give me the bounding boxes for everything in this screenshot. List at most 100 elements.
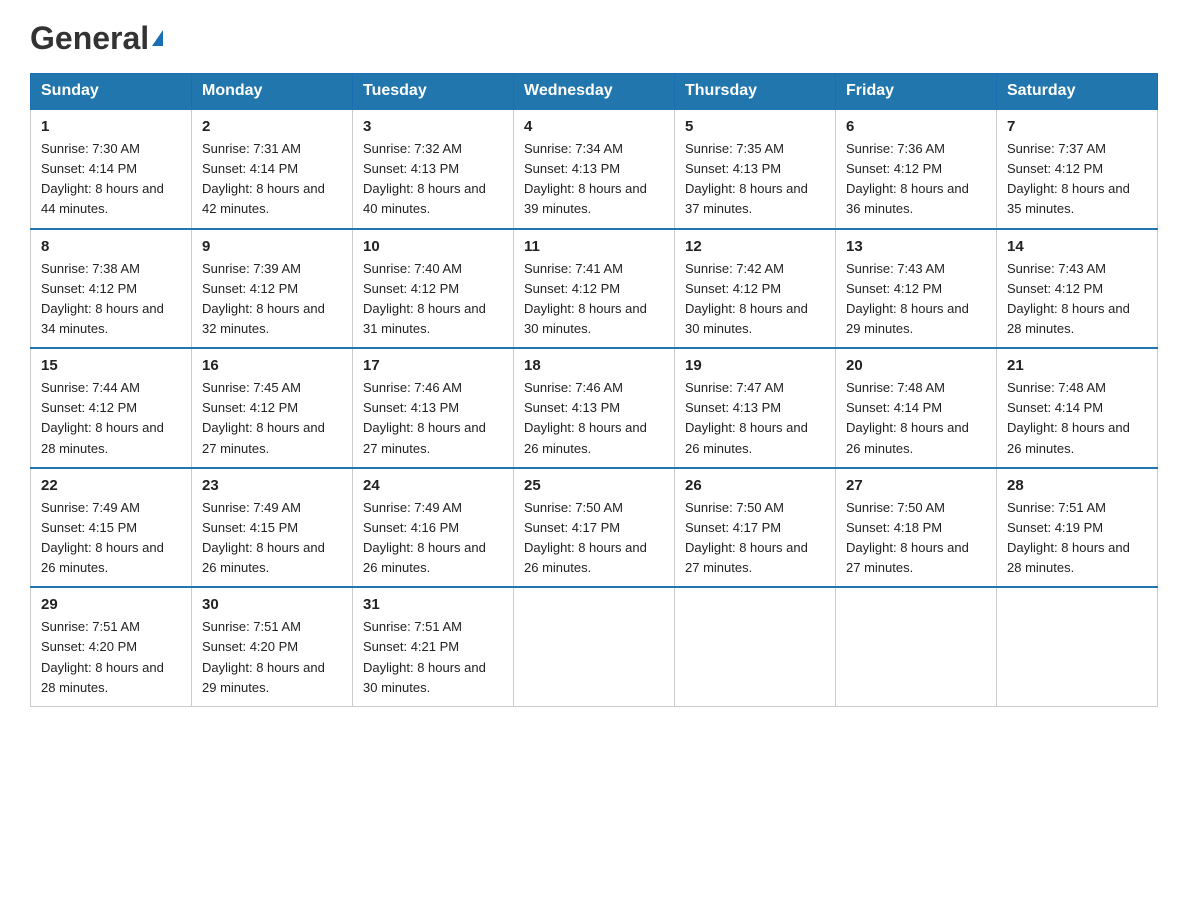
- day-number: 30: [202, 596, 342, 613]
- calendar-week-row: 15 Sunrise: 7:44 AMSunset: 4:12 PMDaylig…: [31, 348, 1158, 468]
- day-number: 13: [846, 238, 986, 255]
- calendar-day-cell: 17 Sunrise: 7:46 AMSunset: 4:13 PMDaylig…: [353, 348, 514, 468]
- calendar-day-cell: 25 Sunrise: 7:50 AMSunset: 4:17 PMDaylig…: [514, 468, 675, 588]
- day-info: Sunrise: 7:34 AMSunset: 4:13 PMDaylight:…: [524, 139, 664, 220]
- day-info: Sunrise: 7:47 AMSunset: 4:13 PMDaylight:…: [685, 378, 825, 459]
- day-info: Sunrise: 7:50 AMSunset: 4:17 PMDaylight:…: [685, 498, 825, 579]
- day-number: 26: [685, 477, 825, 494]
- calendar-day-cell: [836, 587, 997, 706]
- day-number: 8: [41, 238, 181, 255]
- day-info: Sunrise: 7:45 AMSunset: 4:12 PMDaylight:…: [202, 378, 342, 459]
- day-info: Sunrise: 7:30 AMSunset: 4:14 PMDaylight:…: [41, 139, 181, 220]
- day-info: Sunrise: 7:39 AMSunset: 4:12 PMDaylight:…: [202, 259, 342, 340]
- day-info: Sunrise: 7:32 AMSunset: 4:13 PMDaylight:…: [363, 139, 503, 220]
- day-info: Sunrise: 7:48 AMSunset: 4:14 PMDaylight:…: [1007, 378, 1147, 459]
- day-number: 21: [1007, 357, 1147, 374]
- day-number: 19: [685, 357, 825, 374]
- calendar-day-cell: 8 Sunrise: 7:38 AMSunset: 4:12 PMDayligh…: [31, 229, 192, 349]
- calendar-day-cell: 1 Sunrise: 7:30 AMSunset: 4:14 PMDayligh…: [31, 109, 192, 229]
- day-info: Sunrise: 7:51 AMSunset: 4:20 PMDaylight:…: [202, 617, 342, 698]
- calendar-day-header: Monday: [192, 74, 353, 110]
- calendar-day-cell: 13 Sunrise: 7:43 AMSunset: 4:12 PMDaylig…: [836, 229, 997, 349]
- calendar-day-header: Thursday: [675, 74, 836, 110]
- day-info: Sunrise: 7:48 AMSunset: 4:14 PMDaylight:…: [846, 378, 986, 459]
- calendar-day-cell: [675, 587, 836, 706]
- calendar-day-cell: 11 Sunrise: 7:41 AMSunset: 4:12 PMDaylig…: [514, 229, 675, 349]
- day-number: 9: [202, 238, 342, 255]
- day-info: Sunrise: 7:43 AMSunset: 4:12 PMDaylight:…: [846, 259, 986, 340]
- calendar-day-cell: 24 Sunrise: 7:49 AMSunset: 4:16 PMDaylig…: [353, 468, 514, 588]
- day-info: Sunrise: 7:51 AMSunset: 4:21 PMDaylight:…: [363, 617, 503, 698]
- day-number: 7: [1007, 118, 1147, 135]
- calendar-week-row: 22 Sunrise: 7:49 AMSunset: 4:15 PMDaylig…: [31, 468, 1158, 588]
- day-number: 24: [363, 477, 503, 494]
- calendar-day-cell: 29 Sunrise: 7:51 AMSunset: 4:20 PMDaylig…: [31, 587, 192, 706]
- calendar-day-cell: 19 Sunrise: 7:47 AMSunset: 4:13 PMDaylig…: [675, 348, 836, 468]
- calendar-day-cell: [514, 587, 675, 706]
- calendar-day-cell: 30 Sunrise: 7:51 AMSunset: 4:20 PMDaylig…: [192, 587, 353, 706]
- page-header: General: [30, 20, 1158, 53]
- calendar-day-cell: 28 Sunrise: 7:51 AMSunset: 4:19 PMDaylig…: [997, 468, 1158, 588]
- day-info: Sunrise: 7:46 AMSunset: 4:13 PMDaylight:…: [524, 378, 664, 459]
- logo-triangle-icon: [152, 30, 163, 46]
- calendar-day-header: Friday: [836, 74, 997, 110]
- day-info: Sunrise: 7:31 AMSunset: 4:14 PMDaylight:…: [202, 139, 342, 220]
- calendar-day-cell: 27 Sunrise: 7:50 AMSunset: 4:18 PMDaylig…: [836, 468, 997, 588]
- calendar-day-cell: 10 Sunrise: 7:40 AMSunset: 4:12 PMDaylig…: [353, 229, 514, 349]
- calendar-week-row: 8 Sunrise: 7:38 AMSunset: 4:12 PMDayligh…: [31, 229, 1158, 349]
- logo: General: [30, 20, 163, 53]
- calendar-day-cell: 2 Sunrise: 7:31 AMSunset: 4:14 PMDayligh…: [192, 109, 353, 229]
- day-info: Sunrise: 7:50 AMSunset: 4:18 PMDaylight:…: [846, 498, 986, 579]
- day-info: Sunrise: 7:37 AMSunset: 4:12 PMDaylight:…: [1007, 139, 1147, 220]
- day-number: 23: [202, 477, 342, 494]
- calendar-day-cell: 12 Sunrise: 7:42 AMSunset: 4:12 PMDaylig…: [675, 229, 836, 349]
- day-number: 18: [524, 357, 664, 374]
- day-info: Sunrise: 7:51 AMSunset: 4:20 PMDaylight:…: [41, 617, 181, 698]
- day-number: 4: [524, 118, 664, 135]
- day-number: 28: [1007, 477, 1147, 494]
- day-number: 14: [1007, 238, 1147, 255]
- calendar-day-cell: 14 Sunrise: 7:43 AMSunset: 4:12 PMDaylig…: [997, 229, 1158, 349]
- calendar-week-row: 1 Sunrise: 7:30 AMSunset: 4:14 PMDayligh…: [31, 109, 1158, 229]
- calendar-day-cell: 31 Sunrise: 7:51 AMSunset: 4:21 PMDaylig…: [353, 587, 514, 706]
- calendar-header-row: SundayMondayTuesdayWednesdayThursdayFrid…: [31, 74, 1158, 110]
- day-info: Sunrise: 7:38 AMSunset: 4:12 PMDaylight:…: [41, 259, 181, 340]
- calendar-day-cell: 23 Sunrise: 7:49 AMSunset: 4:15 PMDaylig…: [192, 468, 353, 588]
- day-number: 1: [41, 118, 181, 135]
- calendar-day-cell: 16 Sunrise: 7:45 AMSunset: 4:12 PMDaylig…: [192, 348, 353, 468]
- calendar-day-cell: 6 Sunrise: 7:36 AMSunset: 4:12 PMDayligh…: [836, 109, 997, 229]
- calendar-day-cell: 21 Sunrise: 7:48 AMSunset: 4:14 PMDaylig…: [997, 348, 1158, 468]
- day-info: Sunrise: 7:46 AMSunset: 4:13 PMDaylight:…: [363, 378, 503, 459]
- calendar-day-cell: 3 Sunrise: 7:32 AMSunset: 4:13 PMDayligh…: [353, 109, 514, 229]
- day-info: Sunrise: 7:35 AMSunset: 4:13 PMDaylight:…: [685, 139, 825, 220]
- calendar-day-cell: 7 Sunrise: 7:37 AMSunset: 4:12 PMDayligh…: [997, 109, 1158, 229]
- day-number: 15: [41, 357, 181, 374]
- day-info: Sunrise: 7:51 AMSunset: 4:19 PMDaylight:…: [1007, 498, 1147, 579]
- calendar-day-header: Sunday: [31, 74, 192, 110]
- day-number: 3: [363, 118, 503, 135]
- calendar-day-cell: 18 Sunrise: 7:46 AMSunset: 4:13 PMDaylig…: [514, 348, 675, 468]
- calendar-day-cell: 9 Sunrise: 7:39 AMSunset: 4:12 PMDayligh…: [192, 229, 353, 349]
- calendar-day-cell: 5 Sunrise: 7:35 AMSunset: 4:13 PMDayligh…: [675, 109, 836, 229]
- calendar-day-cell: 26 Sunrise: 7:50 AMSunset: 4:17 PMDaylig…: [675, 468, 836, 588]
- day-info: Sunrise: 7:49 AMSunset: 4:15 PMDaylight:…: [202, 498, 342, 579]
- day-number: 17: [363, 357, 503, 374]
- day-number: 27: [846, 477, 986, 494]
- calendar-day-cell: 20 Sunrise: 7:48 AMSunset: 4:14 PMDaylig…: [836, 348, 997, 468]
- day-info: Sunrise: 7:41 AMSunset: 4:12 PMDaylight:…: [524, 259, 664, 340]
- day-number: 6: [846, 118, 986, 135]
- calendar-day-header: Tuesday: [353, 74, 514, 110]
- day-info: Sunrise: 7:42 AMSunset: 4:12 PMDaylight:…: [685, 259, 825, 340]
- day-number: 29: [41, 596, 181, 613]
- calendar-day-header: Saturday: [997, 74, 1158, 110]
- calendar-day-cell: 4 Sunrise: 7:34 AMSunset: 4:13 PMDayligh…: [514, 109, 675, 229]
- day-number: 31: [363, 596, 503, 613]
- day-info: Sunrise: 7:44 AMSunset: 4:12 PMDaylight:…: [41, 378, 181, 459]
- day-info: Sunrise: 7:49 AMSunset: 4:15 PMDaylight:…: [41, 498, 181, 579]
- day-number: 11: [524, 238, 664, 255]
- day-number: 16: [202, 357, 342, 374]
- day-info: Sunrise: 7:49 AMSunset: 4:16 PMDaylight:…: [363, 498, 503, 579]
- day-number: 5: [685, 118, 825, 135]
- day-number: 12: [685, 238, 825, 255]
- calendar-day-cell: [997, 587, 1158, 706]
